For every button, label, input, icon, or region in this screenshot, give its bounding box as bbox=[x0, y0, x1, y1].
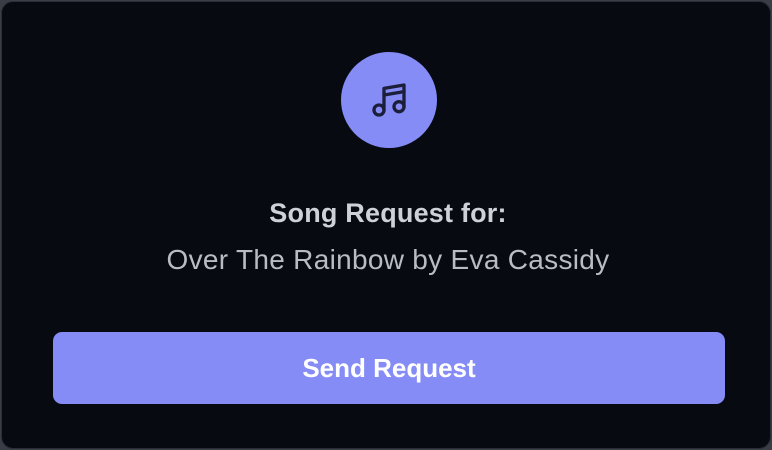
song-name: Over The Rainbow by Eva Cassidy bbox=[166, 244, 610, 275]
song-request-card: Song Request for: Over The Rainbow by Ev… bbox=[1, 1, 771, 449]
send-request-button[interactable]: Send Request bbox=[53, 332, 725, 404]
music-icon-badge bbox=[341, 52, 437, 148]
request-title: Song Request for: bbox=[269, 198, 507, 228]
music-note-icon bbox=[372, 83, 406, 117]
